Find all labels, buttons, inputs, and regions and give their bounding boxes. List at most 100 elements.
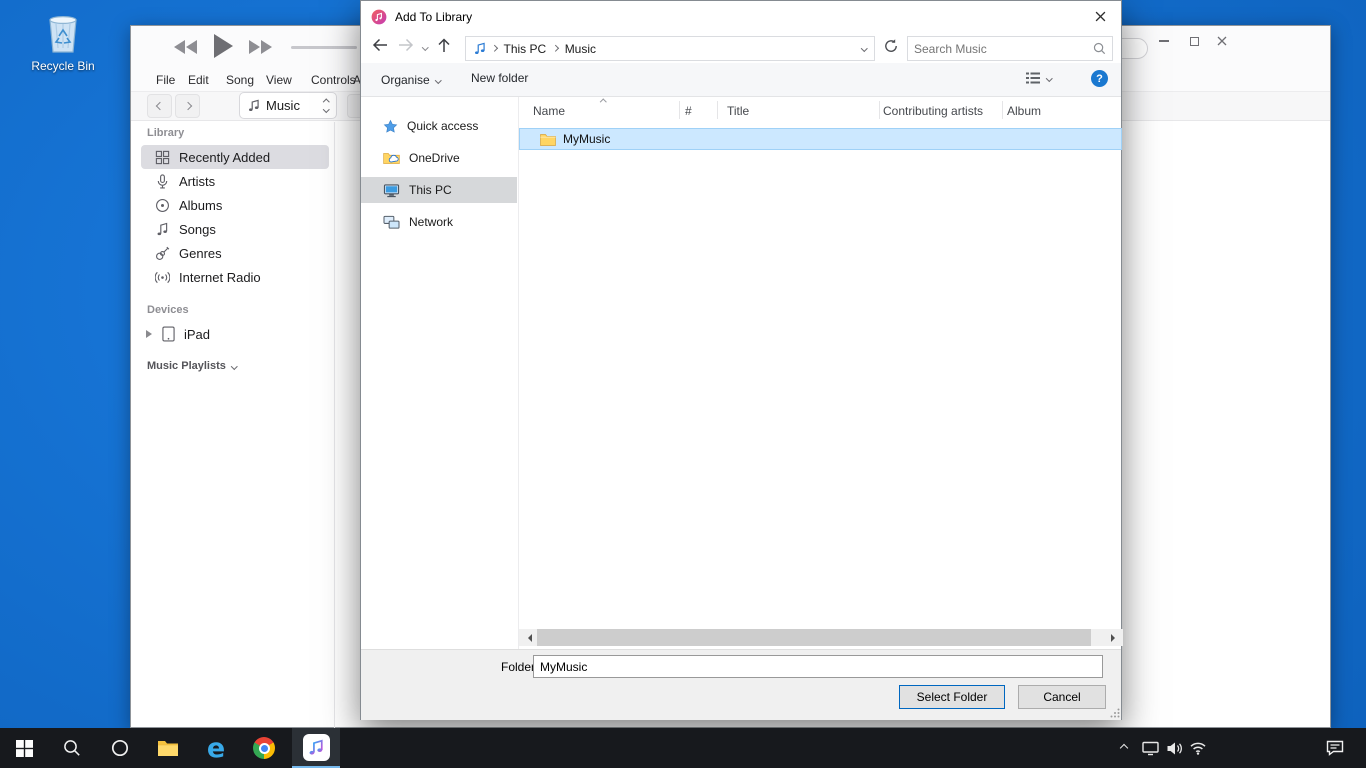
- tray-volume-button[interactable]: [1162, 728, 1186, 768]
- ipad-icon: [162, 326, 175, 342]
- start-button[interactable]: [0, 728, 48, 768]
- column-header-number[interactable]: #: [685, 104, 692, 118]
- column-header-title[interactable]: Title: [727, 104, 749, 118]
- media-picker[interactable]: Music: [239, 92, 337, 119]
- organise-button[interactable]: Organise: [381, 71, 440, 89]
- menu-item-edit[interactable]: Edit: [188, 73, 209, 87]
- volume-slider[interactable]: [291, 46, 357, 49]
- breadcrumb-music-icon: [474, 42, 485, 55]
- chevron-down-icon: [231, 363, 237, 369]
- sidebar-item-ipad[interactable]: iPad: [141, 322, 329, 346]
- scroll-right-button[interactable]: [1106, 629, 1123, 646]
- fast-forward-button[interactable]: [247, 36, 275, 61]
- refresh-icon: [883, 38, 899, 54]
- column-separator[interactable]: [679, 101, 680, 119]
- sidebar-item-label: Recently Added: [179, 150, 270, 165]
- address-dropdown-icon[interactable]: [861, 45, 867, 51]
- column-separator[interactable]: [717, 101, 718, 119]
- select-folder-button[interactable]: Select Folder: [899, 685, 1005, 709]
- history-forward-button[interactable]: [175, 94, 200, 118]
- dialog-titlebar[interactable]: Add To Library: [361, 1, 1121, 32]
- network-icon: [383, 215, 400, 230]
- play-button[interactable]: [211, 32, 235, 63]
- display-icon: [1142, 741, 1159, 756]
- history-dropdown-icon[interactable]: [422, 44, 428, 50]
- scrollbar-thumb[interactable]: [537, 629, 1091, 646]
- chevron-up-icon: [1120, 744, 1128, 752]
- playlists-header[interactable]: Music Playlists: [147, 360, 236, 372]
- action-center-button[interactable]: [1320, 728, 1350, 768]
- folder-input[interactable]: [533, 655, 1103, 678]
- search-box[interactable]: [907, 36, 1113, 61]
- window-close-button[interactable]: [1211, 30, 1233, 52]
- dialog-close-button[interactable]: [1078, 1, 1123, 32]
- nav-item-network[interactable]: Network: [361, 209, 517, 235]
- minimize-button[interactable]: [1153, 30, 1175, 52]
- nav-up-button[interactable]: [437, 37, 459, 59]
- file-row-mymusic[interactable]: MyMusic: [519, 128, 1122, 150]
- history-back-button[interactable]: [147, 94, 172, 118]
- maximize-icon: [1190, 37, 1199, 46]
- nav-item-this-pc[interactable]: This PC: [361, 177, 517, 203]
- rewind-button[interactable]: [171, 36, 199, 61]
- help-button[interactable]: ?: [1091, 70, 1108, 87]
- nav-forward-button[interactable]: [397, 37, 419, 59]
- windows-logo-icon: [16, 740, 33, 757]
- search-icon: [1093, 42, 1106, 55]
- maximize-button[interactable]: [1183, 30, 1205, 52]
- column-separator[interactable]: [1002, 101, 1003, 119]
- menu-item-file[interactable]: File: [156, 73, 175, 87]
- crumb-separator-icon: [491, 45, 497, 51]
- scroll-left-button[interactable]: [519, 629, 536, 646]
- search-icon: [63, 739, 81, 757]
- cortana-icon: [111, 739, 129, 757]
- cortana-button[interactable]: [96, 728, 144, 768]
- pane-divider: [518, 97, 519, 649]
- crumb-this-pc[interactable]: This PC: [504, 42, 547, 56]
- taskbar-search-button[interactable]: [48, 728, 96, 768]
- sidebar-item-songs[interactable]: Songs: [141, 217, 329, 241]
- column-separator[interactable]: [879, 101, 880, 119]
- crumb-music[interactable]: Music: [565, 42, 596, 56]
- sort-ascending-icon: [600, 99, 606, 105]
- close-icon: [1095, 11, 1106, 22]
- close-icon: [1217, 36, 1227, 46]
- sidebar-divider: [334, 122, 335, 729]
- sidebar-item-internet-radio[interactable]: Internet Radio: [141, 265, 329, 289]
- dialog-title: Add To Library: [395, 10, 472, 24]
- column-header-contributing-artists[interactable]: Contributing artists: [883, 104, 983, 118]
- views-button[interactable]: [1025, 71, 1052, 85]
- breadcrumb: This PC Music: [465, 36, 875, 61]
- file-explorer-button[interactable]: [144, 728, 192, 768]
- cancel-button[interactable]: Cancel: [1018, 685, 1106, 709]
- horizontal-scrollbar[interactable]: [519, 629, 1123, 646]
- sidebar-item-artists[interactable]: Artists: [141, 169, 329, 193]
- tray-display-button[interactable]: [1138, 728, 1162, 768]
- column-header-album[interactable]: Album: [1007, 104, 1041, 118]
- this-pc-icon: [383, 183, 400, 198]
- refresh-button[interactable]: [883, 38, 905, 60]
- chrome-button[interactable]: [240, 728, 288, 768]
- edge-button[interactable]: e: [192, 728, 240, 768]
- chevron-down-icon: [435, 77, 441, 83]
- search-input[interactable]: [914, 42, 1093, 56]
- recycle-bin[interactable]: Recycle Bin: [20, 8, 106, 73]
- itunes-taskbar-button[interactable]: [292, 728, 340, 768]
- add-to-library-dialog: Add To Library This PC Music: [360, 0, 1122, 720]
- tray-network-button[interactable]: [1186, 728, 1210, 768]
- menu-item-controls[interactable]: Controls: [311, 73, 356, 87]
- sidebar-item-genres[interactable]: Genres: [141, 241, 329, 265]
- tray-show-hidden-button[interactable]: [1112, 728, 1136, 768]
- menu-item-view[interactable]: View: [266, 73, 292, 87]
- chrome-icon: [253, 737, 275, 759]
- nav-item-onedrive[interactable]: OneDrive: [361, 145, 517, 171]
- nav-back-button[interactable]: [371, 37, 393, 59]
- sidebar-item-recently-added[interactable]: Recently Added: [141, 145, 329, 169]
- sidebar-item-albums[interactable]: Albums: [141, 193, 329, 217]
- column-header-name[interactable]: Name: [533, 104, 565, 118]
- library-header: Library: [147, 127, 184, 139]
- menu-item-song[interactable]: Song: [226, 73, 254, 87]
- nav-item-quick-access[interactable]: Quick access: [361, 113, 517, 139]
- new-folder-button[interactable]: New folder: [471, 71, 528, 89]
- resize-grip[interactable]: [1110, 708, 1120, 718]
